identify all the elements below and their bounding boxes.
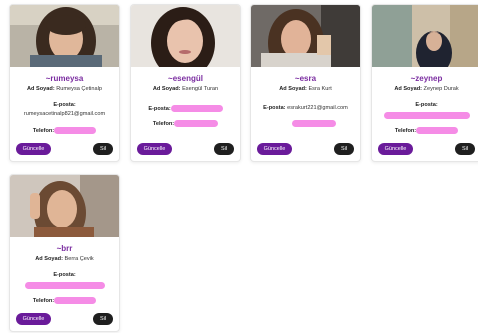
fullname-row: Ad Soyad: Esra Kurt	[251, 86, 360, 92]
email-redaction	[170, 105, 223, 112]
delete-button[interactable]: Sil	[93, 313, 113, 325]
phone-redaction	[174, 120, 219, 127]
email-label: E-posta:	[415, 102, 438, 108]
email-label: E-posta:	[148, 105, 171, 112]
username: ~brr	[56, 244, 73, 253]
user-card: ~zeynep Ad Soyad: Zeynep Durak E-posta: …	[371, 4, 478, 162]
phone-redaction	[416, 127, 459, 134]
email-redaction-row	[10, 282, 119, 289]
phone-label: Telefon:	[394, 127, 417, 134]
email-label: E-posta:	[53, 102, 76, 108]
email-redaction-row	[372, 112, 478, 119]
delete-button[interactable]: Sil	[214, 143, 234, 155]
user-photo	[10, 175, 119, 237]
fullname-row: Ad Soyad: Zeynep Durak	[372, 86, 478, 92]
user-photo	[372, 5, 478, 67]
email-value: rumeysacetinalp821@gmail.com	[23, 111, 106, 117]
phone-redaction	[54, 297, 97, 304]
fullname-row: Ad Soyad: Rumeysa Çetinalp	[10, 86, 119, 92]
phone-row	[251, 120, 360, 127]
delete-button[interactable]: Sil	[334, 143, 354, 155]
email-redaction	[383, 112, 470, 119]
fullname-value: Rumeysa Çetinalp	[56, 86, 102, 92]
fullname-row: Ad Soyad: Esengül Turan	[131, 86, 240, 92]
fullname-value: Zeynep Durak	[423, 86, 459, 92]
email-redaction	[24, 282, 105, 289]
user-card: ~esengül Ad Soyad: Esengül Turan E-posta…	[130, 4, 241, 162]
username: ~rumeysa	[45, 74, 84, 83]
phone-row: Telefon:	[131, 120, 240, 127]
delete-button[interactable]: Sil	[93, 143, 113, 155]
username: ~esra	[294, 74, 317, 83]
fullname-value: Esra Kurt	[308, 86, 332, 92]
phone-label: Telefon:	[32, 127, 55, 134]
phone-label: Telefon:	[152, 120, 175, 127]
user-card-grid: ~rumeysa Ad Soyad: Rumeysa Çetinalp E-po…	[0, 0, 478, 333]
user-card: ~esra Ad Soyad: Esra Kurt E-posta: esrak…	[250, 4, 361, 162]
delete-button[interactable]: Sil	[455, 143, 475, 155]
phone-redaction	[54, 127, 97, 134]
email-label-row: E-posta:	[372, 102, 478, 108]
fullname-label: Ad Soyad:	[152, 86, 181, 92]
phone-row: Telefon:	[10, 127, 119, 134]
update-button[interactable]: Güncelle	[16, 143, 51, 155]
user-photo	[131, 5, 240, 67]
fullname-label: Ad Soyad:	[279, 86, 307, 92]
phone-row: Telefon:	[372, 127, 478, 134]
email-row: E-posta: esrakurt221@gmail.com	[251, 105, 360, 111]
user-photo	[10, 5, 119, 67]
user-card: ~rumeysa Ad Soyad: Rumeysa Çetinalp E-po…	[9, 4, 120, 162]
update-button[interactable]: Güncelle	[257, 143, 292, 155]
email-row: E-posta:	[131, 105, 240, 112]
email-label-row: E-posta:	[10, 102, 119, 108]
user-card: ~brr Ad Soyad: Berra Çevik E-posta: Tele…	[9, 174, 120, 332]
update-button[interactable]: Güncelle	[378, 143, 413, 155]
username: ~zeynep	[410, 74, 443, 83]
update-button[interactable]: Güncelle	[137, 143, 172, 155]
user-photo	[251, 5, 360, 67]
fullname-label: Ad Soyad:	[27, 86, 55, 92]
email-value: esrakurt221@gmail.com	[287, 105, 348, 111]
phone-row: Telefon:	[10, 297, 119, 304]
fullname-label: Ad Soyad:	[35, 256, 63, 262]
update-button[interactable]: Güncelle	[16, 313, 51, 325]
phone-label: Telefon:	[32, 297, 55, 304]
email-label: E-posta:	[263, 105, 286, 111]
fullname-label: Ad Soyad:	[394, 86, 422, 92]
email-label-row: E-posta:	[10, 272, 119, 278]
email-label: E-posta:	[53, 272, 76, 278]
fullname-row: Ad Soyad: Berra Çevik	[10, 256, 119, 262]
fullname-value: Esengül Turan	[182, 86, 219, 92]
fullname-value: Berra Çevik	[64, 256, 94, 262]
username: ~esengül	[168, 74, 203, 83]
phone-redaction	[291, 120, 336, 127]
